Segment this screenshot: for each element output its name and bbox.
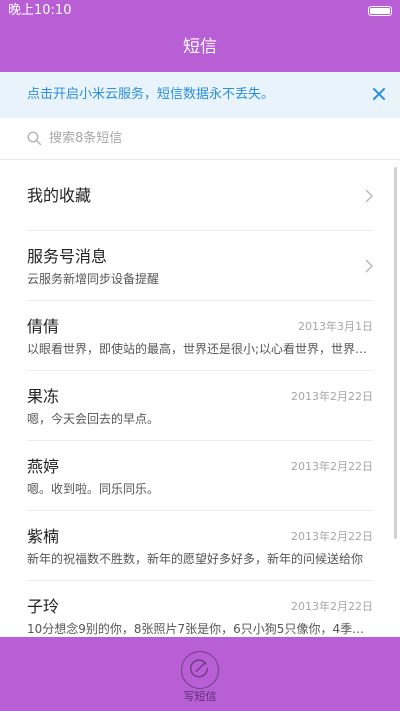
chevron-right-icon <box>365 259 373 273</box>
message-date: 2013年2月22日 <box>291 530 373 543</box>
message-date: 2013年2月22日 <box>291 460 373 473</box>
contact-name: 果冻 <box>27 387 60 406</box>
page-title: 短信 <box>183 37 217 57</box>
message-date: 2013年2月22日 <box>291 390 373 403</box>
message-preview: 嗯，今天会回去的早点。 <box>27 412 160 426</box>
service-messages-item[interactable]: 服务号消息 云服务新增同步设备提醒 <box>0 231 400 301</box>
search-placeholder: 搜索8条短信 <box>49 131 123 146</box>
message-preview: 10分想念9别的你，8张照片7张是你，6只小狗5只像你，4季都想你 <box>27 622 373 636</box>
battery-icon <box>368 6 392 16</box>
compose-label: 写短信 <box>183 690 217 703</box>
search-input[interactable]: 搜索8条短信 <box>0 118 400 160</box>
message-preview: 新年的祝福数不胜数，新年的愿望好多好多，新年的问候送给你 <box>27 552 364 566</box>
search-icon <box>27 131 42 146</box>
close-icon[interactable] <box>370 85 388 103</box>
favorites-item[interactable]: 我的收藏 <box>0 161 400 231</box>
banner-text[interactable]: 点击开启小米云服务，短信数据永不丢失。 <box>27 86 274 104</box>
conversation-item[interactable]: 燕婷 2013年2月22日 嗯。收到啦。同乐同乐。 <box>0 441 400 511</box>
conversation-item[interactable]: 倩倩 2013年3月1日 以眼看世界，即使站的最高，世界还是很小;以心看世界，世… <box>0 301 400 371</box>
chevron-right-icon <box>365 189 373 203</box>
conversation-item[interactable]: 紫楠 2013年2月22日 新年的祝福数不胜数，新年的愿望好多好多，新年的问候送… <box>0 511 400 581</box>
favorites-label: 我的收藏 <box>27 186 92 205</box>
message-date: 2013年3月1日 <box>298 320 373 333</box>
status-bar: 晚上10:10 <box>0 0 400 22</box>
conversation-list[interactable]: 我的收藏 服务号消息 云服务新增同步设备提醒 倩倩 2013年3月1日 以眼看世… <box>0 161 400 637</box>
bottom-toolbar: 写短信 <box>0 637 400 711</box>
compose-icon <box>189 659 208 678</box>
message-preview: 以眼看世界，即使站的最高，世界还是很小;以心看世界，世界大无边 <box>27 342 373 356</box>
message-preview: 嗯。收到啦。同乐同乐。 <box>27 482 160 496</box>
conversation-item[interactable]: 果冻 2013年2月22日 嗯，今天会回去的早点。 <box>0 371 400 441</box>
cloud-service-banner[interactable]: 点击开启小米云服务，短信数据永不丢失。 <box>0 72 400 118</box>
service-preview: 云服务新增同步设备提醒 <box>27 272 160 286</box>
service-name: 服务号消息 <box>27 247 108 266</box>
contact-name: 紫楠 <box>27 527 60 546</box>
scrollbar[interactable] <box>394 167 397 539</box>
contact-name: 子玲 <box>27 597 60 616</box>
compose-button[interactable] <box>181 651 219 689</box>
title-bar: 短信 <box>0 22 400 72</box>
message-date: 2013年2月22日 <box>291 600 373 613</box>
contact-name: 燕婷 <box>27 457 60 476</box>
contact-name: 倩倩 <box>27 317 60 336</box>
conversation-item[interactable]: 子玲 2013年2月22日 10分想念9别的你，8张照片7张是你，6只小狗5只像… <box>0 581 400 637</box>
status-time: 晚上10:10 <box>8 3 72 18</box>
